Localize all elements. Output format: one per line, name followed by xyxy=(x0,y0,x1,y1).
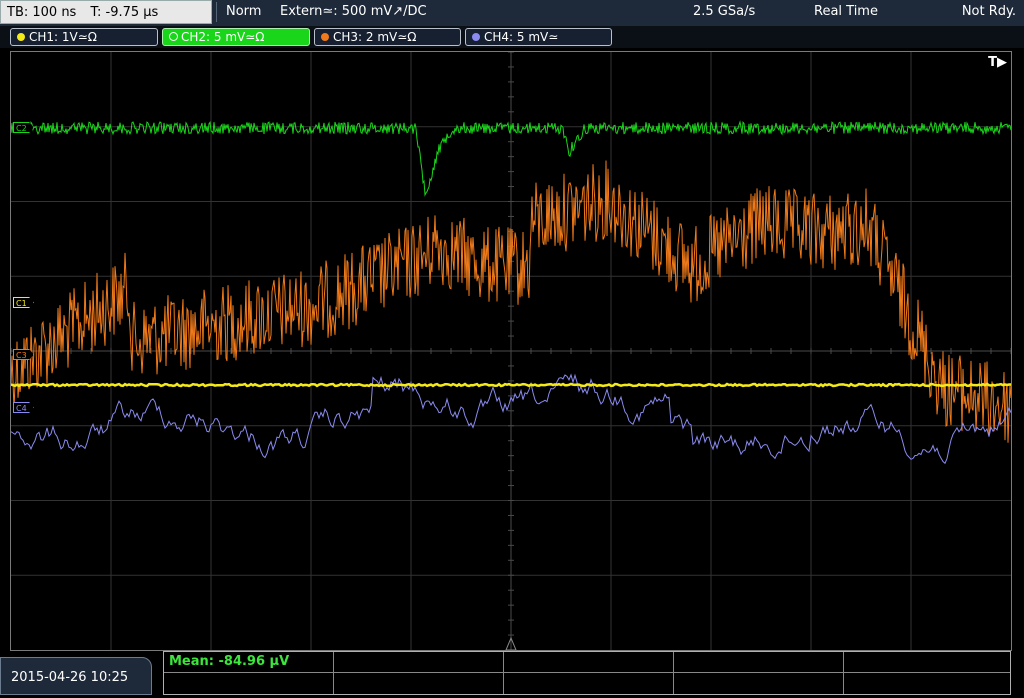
measurement-cell xyxy=(164,673,334,694)
ch1-indicator-icon xyxy=(17,33,25,41)
ch1-trace xyxy=(11,382,1011,388)
ch4-indicator-icon xyxy=(472,33,480,41)
measurement-cell xyxy=(844,673,1010,694)
trigger-position-icon[interactable]: T▶ xyxy=(988,55,1007,70)
ch2-label: CH2: 5 mV≃Ω xyxy=(181,30,265,44)
ch3-indicator-icon xyxy=(321,33,329,41)
timebase-box[interactable]: TB: 100 ns T: -9.75 µs xyxy=(0,0,212,24)
tab-ch2[interactable]: CH2: 5 mV≃Ω xyxy=(162,28,310,46)
measurement-cell xyxy=(504,652,674,673)
measurement-cell xyxy=(334,673,504,694)
tab-ch1[interactable]: CH1: 1V≃Ω xyxy=(10,28,158,46)
measurement-cell xyxy=(674,652,844,673)
measurement-cell xyxy=(844,652,1010,673)
measurement-panel[interactable]: Mean: -84.96 µV xyxy=(163,651,1011,695)
date-time: 2015-04-26 10:25 xyxy=(0,657,152,695)
measurement-cell xyxy=(674,673,844,694)
sample-rate[interactable]: 2.5 GSa/s xyxy=(693,0,755,24)
trigger-time-value: T: -9.75 µs xyxy=(90,5,159,20)
tab-ch4[interactable]: CH4: 5 mV≃ xyxy=(465,28,612,46)
tab-ch3[interactable]: CH3: 2 mV≃Ω xyxy=(314,28,461,46)
ch4-label: CH4: 5 mV≃ xyxy=(484,30,559,44)
timebase-value: TB: 100 ns xyxy=(7,5,77,20)
measurement-cell xyxy=(504,673,674,694)
waveform-display[interactable]: T▶ C1 C3 C4 C2 xyxy=(10,51,1012,651)
channel-bar: CH1: 1V≃Ω CH2: 5 mV≃Ω CH3: 2 mV≃Ω CH4: 5… xyxy=(0,26,1024,48)
trigger-mode[interactable]: Norm xyxy=(226,0,261,24)
bottom-bar: 2015-04-26 10:25 Mean: -84.96 µV xyxy=(0,651,1024,695)
trigger-source[interactable]: Extern≃: 500 mV↗/DC xyxy=(280,0,427,24)
mean-measurement: Mean: -84.96 µV xyxy=(169,654,290,669)
run-status: Not Rdy. xyxy=(961,4,1016,19)
measurement-cell xyxy=(334,652,504,673)
acquisition-mode[interactable]: Real Time xyxy=(814,0,878,24)
ch1-label: CH1: 1V≃Ω xyxy=(29,30,97,44)
ch3-label: CH3: 2 mV≃Ω xyxy=(333,30,417,44)
divider xyxy=(216,2,217,22)
waveform-graph xyxy=(11,52,1011,650)
status-bar: TB: 100 ns T: -9.75 µs Norm Extern≃: 500… xyxy=(0,0,1024,26)
ch2-indicator-icon xyxy=(169,32,178,41)
